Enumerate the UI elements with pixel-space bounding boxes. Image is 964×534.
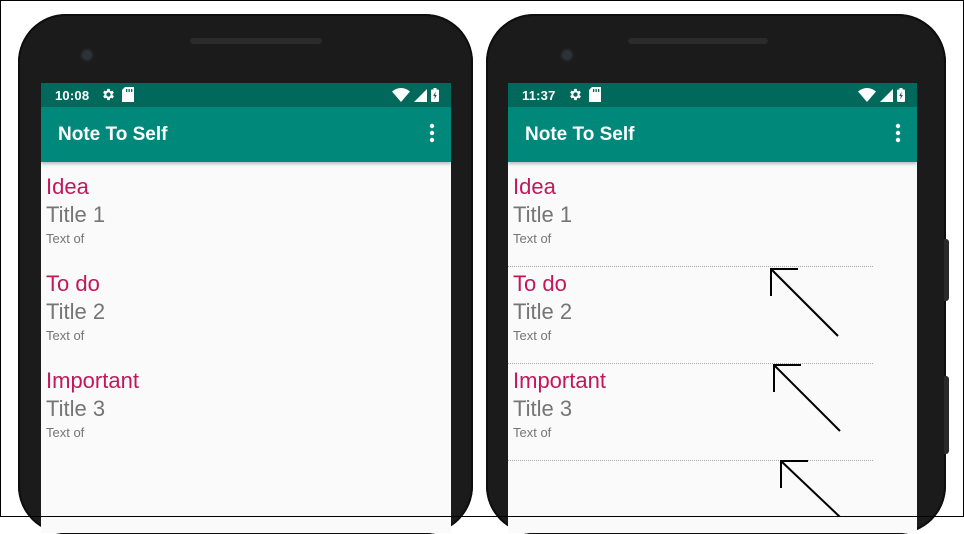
note-type: To do: [513, 271, 567, 296]
list-item[interactable]: Important Title 3 Text of: [41, 368, 451, 461]
note-type: Important: [513, 368, 606, 393]
sd-card-icon: [122, 87, 134, 102]
note-text: Text of: [46, 231, 85, 246]
volume-button: [944, 376, 949, 454]
app-title: Note To Self: [58, 124, 168, 145]
note-title: Title 1: [46, 202, 106, 227]
note-list: Idea Title 1 Text of To do Title 2 Text …: [41, 162, 451, 461]
overflow-menu-icon[interactable]: [427, 122, 437, 146]
list-item[interactable]: Important Title 3 Text of: [508, 368, 917, 461]
screen-left: 10:08 Note To Self Idea Title 1 Text of …: [41, 83, 451, 533]
screen-right: 11:37 Note To Self Idea Title 1 Text of: [508, 83, 917, 533]
note-title: Title 3: [46, 396, 106, 421]
status-bar: 11:37: [508, 83, 917, 107]
note-text: Text of: [513, 425, 552, 440]
wifi-icon: [392, 88, 410, 102]
status-bar: 10:08: [41, 83, 451, 107]
note-type: Idea: [46, 174, 89, 199]
list-item[interactable]: To do Title 2 Text of: [41, 271, 451, 364]
note-text: Text of: [46, 328, 85, 343]
speaker-grille: [628, 38, 768, 44]
list-divider: [508, 266, 873, 267]
note-type: Important: [46, 368, 139, 393]
note-list: Idea Title 1 Text of To do Title 2 Text …: [508, 162, 917, 461]
note-title: Title 1: [513, 202, 573, 227]
wifi-icon: [858, 88, 876, 102]
front-camera: [82, 50, 92, 60]
gear-icon: [570, 88, 581, 101]
signal-icon: [414, 88, 427, 102]
note-title: Title 3: [513, 396, 573, 421]
list-divider: [508, 460, 873, 461]
list-item[interactable]: Idea Title 1 Text of: [508, 174, 917, 267]
app-bar: Note To Self: [41, 107, 451, 162]
sd-card-icon: [589, 87, 601, 102]
note-type: To do: [46, 271, 100, 296]
signal-icon: [880, 88, 893, 102]
app-bar: Note To Self: [508, 107, 917, 162]
phone-frame-left: 10:08 Note To Self Idea Title 1 Text of …: [18, 14, 473, 534]
overflow-menu-icon[interactable]: [893, 122, 903, 146]
note-text: Text of: [513, 328, 552, 343]
status-time: 11:37: [522, 88, 556, 103]
power-button: [944, 239, 949, 301]
battery-icon: [431, 88, 439, 102]
phone-frame-right: 11:37 Note To Self Idea Title 1 Text of: [486, 14, 949, 534]
app-title: Note To Self: [525, 124, 635, 145]
list-divider: [508, 363, 873, 364]
gear-icon: [103, 88, 114, 101]
note-text: Text of: [46, 425, 85, 440]
battery-icon: [897, 88, 905, 102]
note-title: Title 2: [46, 299, 106, 324]
note-title: Title 2: [513, 299, 573, 324]
list-item[interactable]: To do Title 2 Text of: [508, 271, 917, 364]
note-text: Text of: [513, 231, 552, 246]
status-time: 10:08: [55, 88, 90, 103]
speaker-grille: [190, 38, 322, 44]
front-camera: [562, 50, 572, 60]
list-item[interactable]: Idea Title 1 Text of: [41, 174, 451, 267]
note-type: Idea: [513, 174, 556, 199]
